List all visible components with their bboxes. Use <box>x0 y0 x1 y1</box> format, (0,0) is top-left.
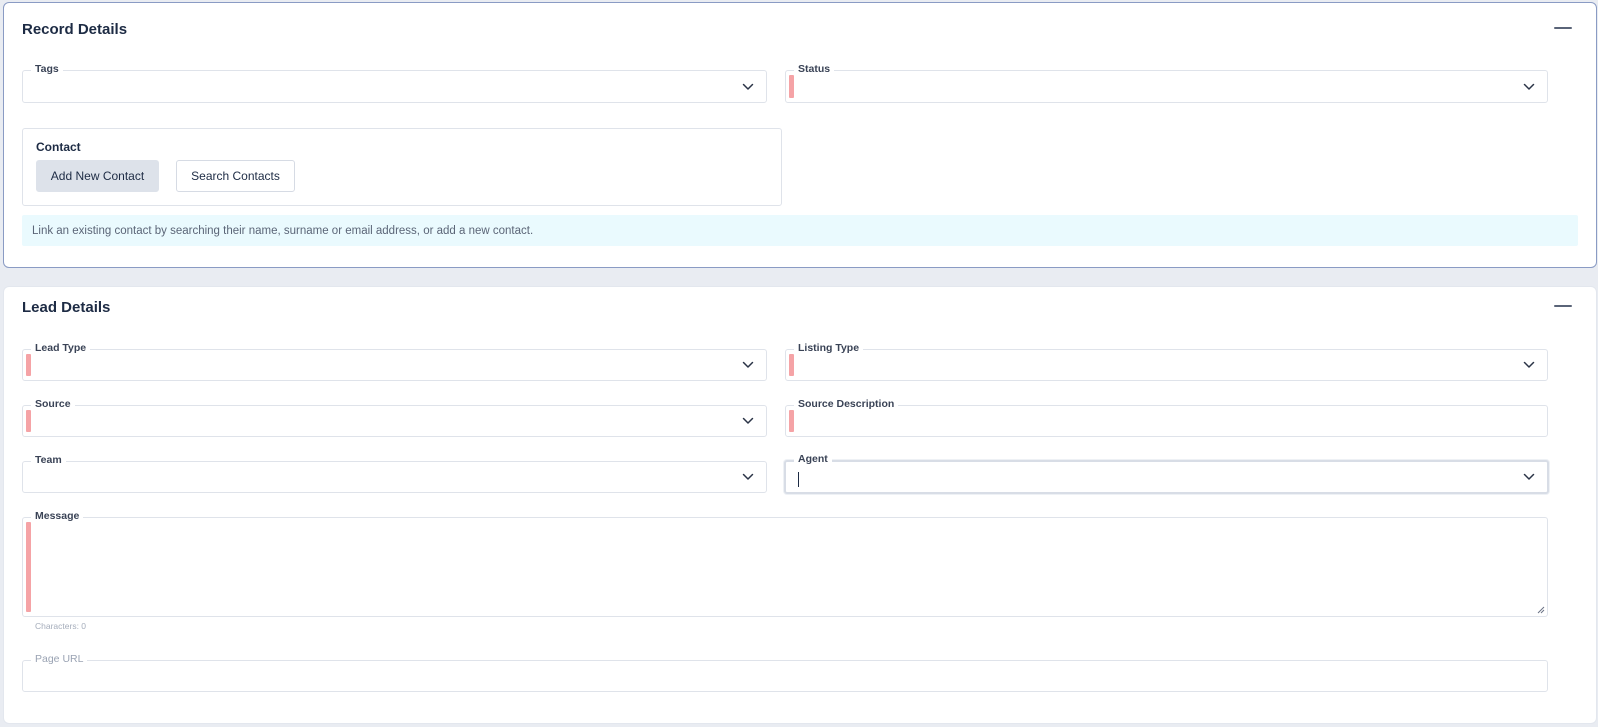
text-cursor <box>798 472 799 487</box>
collapse-record-details-button[interactable] <box>1554 21 1572 35</box>
required-marker <box>789 354 794 376</box>
team-select[interactable]: Team <box>22 453 767 493</box>
page-url-label: Page URL <box>31 652 88 666</box>
contact-section: Contact Add New Contact Search Contacts <box>22 128 782 206</box>
chevron-down-icon[interactable] <box>1523 83 1535 91</box>
lead-details-card: Lead Details Lead Type Listing Type Sour… <box>3 286 1597 724</box>
agent-select[interactable]: Agent <box>784 452 1549 494</box>
chevron-down-icon[interactable] <box>742 361 754 369</box>
required-marker <box>26 522 31 612</box>
add-new-contact-button[interactable]: Add New Contact <box>36 160 159 192</box>
search-contacts-button[interactable]: Search Contacts <box>176 160 295 192</box>
lead-type-label: Lead Type <box>31 341 91 355</box>
status-select[interactable]: Status <box>785 62 1548 103</box>
tags-select[interactable]: Tags <box>22 62 767 103</box>
source-select[interactable]: Source <box>22 397 767 437</box>
source-description-input[interactable]: Source Description <box>785 397 1548 437</box>
resize-handle-icon[interactable] <box>1537 606 1545 614</box>
tags-label: Tags <box>31 62 63 76</box>
source-label: Source <box>31 397 75 411</box>
contact-title: Contact <box>36 140 81 154</box>
team-label: Team <box>31 453 66 467</box>
listing-type-select[interactable]: Listing Type <box>785 341 1548 381</box>
message-character-count: Characters: 0 <box>35 621 87 631</box>
chevron-down-icon[interactable] <box>742 83 754 91</box>
contact-info-message: Link an existing contact by searching th… <box>22 215 1578 246</box>
message-textarea[interactable]: Message <box>22 509 1548 617</box>
listing-type-label: Listing Type <box>794 341 864 355</box>
source-description-label: Source Description <box>794 397 899 411</box>
required-marker <box>26 410 31 432</box>
required-marker <box>789 410 794 432</box>
collapse-lead-details-button[interactable] <box>1554 299 1572 313</box>
message-label: Message <box>31 509 84 523</box>
chevron-down-icon[interactable] <box>1523 473 1535 481</box>
record-details-title: Record Details <box>22 21 128 38</box>
chevron-down-icon[interactable] <box>742 473 754 481</box>
agent-label: Agent <box>794 452 832 466</box>
lead-type-select[interactable]: Lead Type <box>22 341 767 381</box>
status-label: Status <box>794 62 835 76</box>
record-details-card: Record Details Tags Status Contact Add N… <box>3 2 1597 268</box>
required-marker <box>789 75 794 98</box>
required-marker <box>26 354 31 376</box>
chevron-down-icon[interactable] <box>1523 361 1535 369</box>
page-url-input[interactable]: Page URL <box>22 652 1548 692</box>
chevron-down-icon[interactable] <box>742 417 754 425</box>
lead-details-title: Lead Details <box>22 299 111 316</box>
